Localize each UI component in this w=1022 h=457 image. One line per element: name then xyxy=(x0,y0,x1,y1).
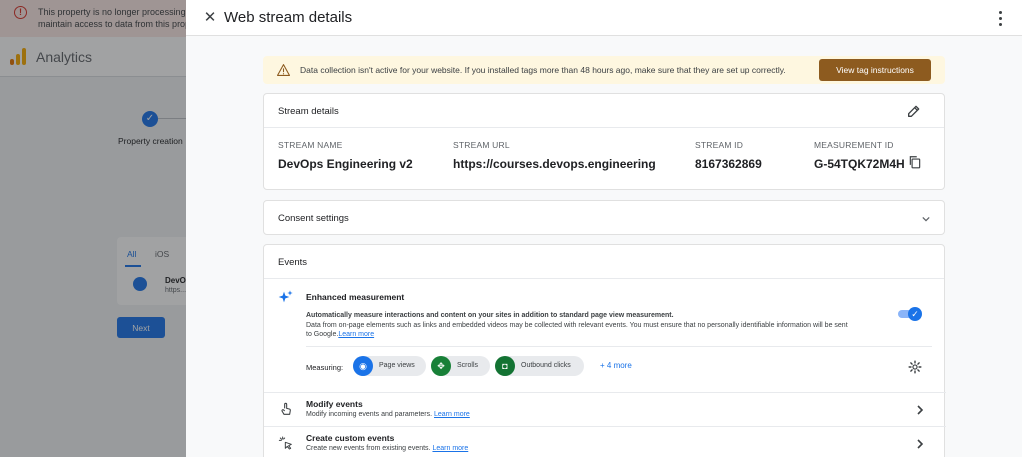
modify-events-subtitle: Modify incoming events and parameters. L… xyxy=(306,411,470,418)
web-stream-drawer: ✕ Web stream details Data collection isn… xyxy=(186,0,1022,457)
measuring-label: Measuring: xyxy=(306,363,344,372)
events-header: Events xyxy=(264,245,944,279)
drawer-header: ✕ Web stream details xyxy=(186,0,1022,36)
warning-icon xyxy=(277,64,290,76)
chip-scrolls: ✥ Scrolls xyxy=(431,356,490,376)
consent-settings-card[interactable]: Consent settings xyxy=(263,200,945,235)
stream-name-value: DevOps Engineering v2 xyxy=(278,157,413,171)
gear-icon[interactable] xyxy=(908,360,922,374)
edit-pencil-icon[interactable] xyxy=(906,103,922,119)
chevron-down-icon xyxy=(922,216,930,222)
chevron-right-icon xyxy=(917,405,924,415)
stream-details-card: Stream details STREAM NAME DevOps Engine… xyxy=(263,93,945,190)
more-vert-icon[interactable] xyxy=(992,8,1008,28)
stream-name-field: STREAM NAME DevOps Engineering v2 xyxy=(278,140,413,171)
chip-page-views: ◉ Page views xyxy=(353,356,426,376)
modify-events-row[interactable]: Modify events Modify incoming events and… xyxy=(264,392,946,425)
data-collection-alert: Data collection isn't active for your we… xyxy=(263,56,945,84)
stream-name-label: STREAM NAME xyxy=(278,140,343,150)
stream-id-label: STREAM ID xyxy=(695,140,744,150)
enhanced-measurement-detail-end: to Google.Learn more xyxy=(306,331,375,338)
stream-details-title: Stream details xyxy=(278,106,339,117)
stream-id-field: STREAM ID 8167362869 xyxy=(695,140,762,171)
enhanced-measurement-title: Enhanced measurement xyxy=(306,292,405,302)
chip-outbound-clicks: ◘ Outbound clicks xyxy=(495,356,584,376)
events-title: Events xyxy=(278,257,308,268)
consent-settings-title: Consent settings xyxy=(278,213,349,224)
touch-icon xyxy=(281,402,291,415)
stream-url-value: https://courses.devops.engineering xyxy=(453,157,656,171)
copy-icon[interactable] xyxy=(908,155,922,169)
stream-id-value: 8167362869 xyxy=(695,157,762,171)
enhanced-measurement-desc: Automatically measure interactions and c… xyxy=(306,312,674,319)
create-custom-events-row[interactable]: Create custom events Create new events f… xyxy=(264,426,946,457)
mouse-icon: ◘ xyxy=(495,356,515,376)
measurement-id-field: MEASUREMENT ID G-54TQK72M4H xyxy=(814,140,905,171)
check-icon: ✓ xyxy=(908,307,922,321)
alert-text: Data collection isn't active for your we… xyxy=(300,65,786,75)
scroll-icon: ✥ xyxy=(431,356,451,376)
cursor-sparkle-icon xyxy=(278,436,292,450)
measurement-id-label: MEASUREMENT ID xyxy=(814,140,894,150)
measurement-id-value: G-54TQK72M4H xyxy=(814,157,905,171)
more-measurements-link[interactable]: + 4 more xyxy=(600,361,632,370)
view-tag-instructions-button[interactable]: View tag instructions xyxy=(819,59,931,81)
chip-outbound-clicks-label: Outbound clicks xyxy=(521,362,571,369)
chip-page-views-label: Page views xyxy=(379,362,415,369)
modify-learn-more-link[interactable]: Learn more xyxy=(434,411,470,418)
chevron-right-icon xyxy=(917,439,924,449)
enhanced-measurement-detail: Data from on-page elements such as links… xyxy=(306,322,848,329)
sparkle-icon xyxy=(278,290,293,303)
modify-events-title: Modify events xyxy=(306,399,363,409)
stream-url-field: STREAM URL https://courses.devops.engine… xyxy=(453,140,656,171)
events-card: Events Enhanced measurement Automaticall… xyxy=(263,244,946,457)
drawer-title: Web stream details xyxy=(224,9,353,26)
chip-scrolls-label: Scrolls xyxy=(457,362,479,369)
divider xyxy=(306,346,932,347)
create-custom-events-subtitle: Create new events from existing events. … xyxy=(306,445,469,452)
eye-icon: ◉ xyxy=(353,356,373,376)
create-custom-events-title: Create custom events xyxy=(306,433,395,443)
stream-details-header: Stream details xyxy=(264,94,944,128)
stream-url-label: STREAM URL xyxy=(453,140,510,150)
enhanced-learn-more-link[interactable]: Learn more xyxy=(338,331,374,338)
enhanced-measurement-toggle[interactable]: ✓ xyxy=(898,307,922,321)
close-icon[interactable]: ✕ xyxy=(200,8,220,28)
custom-learn-more-link[interactable]: Learn more xyxy=(432,445,468,452)
